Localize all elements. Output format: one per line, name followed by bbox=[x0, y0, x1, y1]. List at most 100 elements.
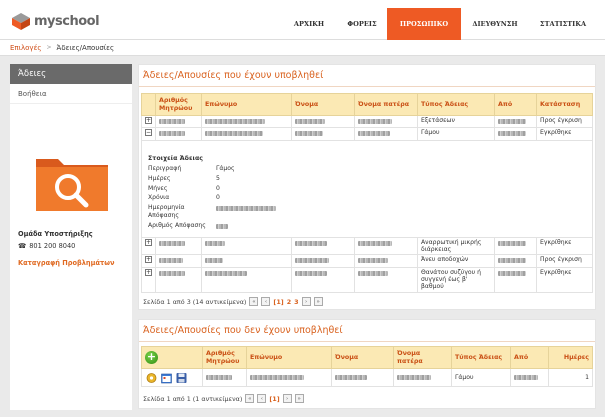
last-page-button[interactable]: » bbox=[294, 394, 304, 403]
unsubmitted-table: + Αριθμός Μητρώου Επώνυμο Όνομα Όνομα πα… bbox=[141, 346, 593, 387]
leave-type-cell: Άνευ αποδοχών bbox=[417, 254, 495, 268]
prev-page-button[interactable]: ‹ bbox=[261, 297, 271, 306]
sidebar: Άδειες Βοήθεια Ομάδα Υποστήριξης ☎ 801 2… bbox=[10, 64, 132, 410]
report-problems-link[interactable]: Καταγραφή Προβλημάτων bbox=[18, 259, 114, 267]
leave-type-cell: Αναρρωτική μικρής διάρκειας bbox=[417, 236, 495, 256]
table-row[interactable]: Γάμου 1 bbox=[141, 368, 593, 387]
nav-home[interactable]: ΑΡΧΙΚΗ bbox=[281, 8, 337, 40]
table-row[interactable]: − Γάμου Εγκρίθηκε bbox=[141, 127, 593, 141]
status-cell: Εγκρίθηκε bbox=[536, 236, 593, 256]
support-phone: ☎ 801 200 8040 bbox=[18, 242, 114, 250]
pager-summary: Σελίδα 1 από 1 (1 αντικείμενα) bbox=[143, 394, 243, 403]
redacted-value bbox=[250, 374, 304, 380]
current-page: [1] bbox=[269, 394, 280, 403]
status-cell: Προς έγκριση bbox=[536, 254, 593, 268]
top-header: myschool ΑΡΧΙΚΗ ΦΟΡΕΙΣ ΠΡΟΣΩΠΙΚΟ ΔΙΕΥΘΥΝ… bbox=[0, 0, 605, 40]
last-page-button[interactable]: » bbox=[313, 297, 323, 306]
nav-directorate[interactable]: ΔΙΕΥΘΥΝΣΗ bbox=[461, 8, 529, 40]
table-header-row: Αριθμός Μητρώου Επώνυμο Όνομα Όνομα πατέ… bbox=[141, 93, 593, 116]
pager-summary: Σελίδα 1 από 3 (14 αντικείμενα) bbox=[143, 297, 247, 306]
leave-type-cell: Εξετάσεων bbox=[417, 114, 495, 129]
redacted-value bbox=[205, 240, 225, 246]
redacted-value bbox=[498, 270, 526, 276]
redacted-value bbox=[159, 119, 185, 124]
table-row[interactable]: + Θανάτου συζύγου ή συγγενή έως β' βαθμο… bbox=[141, 266, 593, 293]
table-row[interactable]: + Εξετάσεων Προς έγκριση bbox=[141, 114, 593, 129]
page-2-link[interactable]: 2 bbox=[287, 298, 291, 306]
col-surname[interactable]: Επώνυμο bbox=[246, 346, 332, 369]
sidebar-item-help[interactable]: Βοήθεια bbox=[10, 84, 132, 104]
sidebar-title: Άδειες bbox=[10, 64, 132, 84]
nav-foreis[interactable]: ΦΟΡΕΙΣ bbox=[337, 8, 387, 40]
submitted-table: Αριθμός Μητρώου Επώνυμο Όνομα Όνομα πατέ… bbox=[141, 93, 593, 293]
redacted-value bbox=[295, 119, 325, 124]
col-from[interactable]: Από bbox=[510, 346, 549, 369]
redacted-value bbox=[358, 258, 388, 264]
detail-description: Περιγραφή Γάμος bbox=[148, 164, 235, 172]
col-status[interactable]: Κατάσταση bbox=[536, 93, 593, 116]
redacted-value bbox=[498, 258, 526, 264]
nav-personnel[interactable]: ΠΡΟΣΩΠΙΚΟ bbox=[387, 8, 461, 40]
next-page-button[interactable]: › bbox=[282, 394, 292, 403]
redacted-value bbox=[159, 270, 185, 276]
col-from[interactable]: Από bbox=[494, 93, 537, 116]
col-name[interactable]: Όνομα bbox=[331, 346, 394, 369]
table-row[interactable]: + Άνευ αποδοχών Προς έγκριση bbox=[141, 254, 593, 268]
redacted-value bbox=[205, 258, 223, 264]
add-leave-button[interactable]: + bbox=[145, 350, 158, 364]
redacted-value bbox=[397, 374, 431, 380]
table-row[interactable]: + Αναρρωτική μικρής διάρκειας Εγκρίθηκε bbox=[141, 236, 593, 256]
col-days[interactable]: Ημέρες bbox=[548, 346, 593, 369]
support-phone-number: 801 200 8040 bbox=[29, 242, 76, 250]
expand-row-button[interactable]: + bbox=[145, 268, 152, 276]
redacted-value bbox=[159, 240, 185, 246]
submitted-panel-title: Άδειες/Απουσίες που έχουν υποβληθεί bbox=[139, 65, 595, 87]
redacted-value bbox=[295, 258, 329, 264]
phone-icon: ☎ bbox=[18, 242, 27, 250]
redacted-value bbox=[295, 240, 327, 246]
expand-row-button[interactable]: + bbox=[145, 117, 152, 124]
col-surname[interactable]: Επώνυμο bbox=[201, 93, 292, 116]
logo-text: myschool bbox=[34, 14, 100, 29]
expand-row-button[interactable]: + bbox=[145, 238, 152, 246]
col-name[interactable]: Όνομα bbox=[291, 93, 355, 116]
support-box: Ομάδα Υποστήριξης ☎ 801 200 8040 Καταγρα… bbox=[18, 230, 114, 267]
unsubmitted-pager: Σελίδα 1 από 1 (1 αντικείμενα) « ‹ [1] ›… bbox=[143, 394, 304, 403]
redacted-value bbox=[159, 131, 185, 137]
redacted-value bbox=[205, 270, 247, 276]
expand-row-button[interactable]: + bbox=[145, 256, 152, 264]
first-page-button[interactable]: « bbox=[245, 394, 255, 403]
unsubmitted-panel-title: Άδειες/Απουσίες που δεν έχουν υποβληθεί bbox=[139, 320, 595, 342]
edit-calendar-icon[interactable] bbox=[160, 372, 173, 384]
col-registry-number[interactable]: Αριθμός Μητρώου bbox=[202, 346, 247, 369]
col-father-name[interactable]: Όνομα πατέρα bbox=[354, 93, 418, 116]
collapse-row-button[interactable]: − bbox=[145, 129, 152, 137]
current-page: [1] bbox=[273, 297, 284, 306]
page-3-link[interactable]: 3 bbox=[294, 298, 298, 306]
breadcrumb-options-link[interactable]: Επιλογές bbox=[10, 44, 41, 52]
unsubmitted-panel: Άδειες/Απουσίες που δεν έχουν υποβληθεί … bbox=[138, 319, 596, 409]
leave-type-cell: Γάμου bbox=[451, 368, 511, 387]
submitted-pager: Σελίδα 1 από 3 (14 αντικείμενα) « ‹ [1] … bbox=[143, 297, 323, 306]
prev-page-button[interactable]: ‹ bbox=[257, 394, 267, 403]
breadcrumb-current: Άδειες/Απουσίες bbox=[56, 43, 115, 52]
col-father-name[interactable]: Όνομα πατέρα bbox=[393, 346, 452, 369]
redacted-value bbox=[295, 270, 327, 276]
gear-icon[interactable] bbox=[145, 372, 158, 384]
col-actions: + bbox=[141, 346, 203, 369]
col-registry-number[interactable]: Αριθμός Μητρώου bbox=[155, 93, 202, 116]
leave-type-cell: Θανάτου συζύγου ή συγγενή έως β' βαθμού bbox=[417, 266, 495, 293]
col-leave-type[interactable]: Τύπος Άδειας bbox=[451, 346, 511, 369]
col-leave-type[interactable]: Τύπος Άδειας bbox=[417, 93, 495, 116]
myschool-logo[interactable]: myschool bbox=[10, 10, 100, 32]
leave-type-cell: Γάμου bbox=[417, 127, 495, 141]
first-page-button[interactable]: « bbox=[249, 297, 259, 306]
save-icon[interactable] bbox=[175, 372, 188, 384]
row-actions bbox=[145, 372, 199, 384]
nav-statistics[interactable]: ΣΤΑΤΙΣΤΙΚΑ bbox=[529, 8, 597, 40]
breadcrumb-separator: > bbox=[46, 44, 52, 51]
leave-details-panel: Στοιχεία Άδειας Περιγραφή Γάμος Ημέρες 5… bbox=[141, 139, 593, 238]
redacted-value bbox=[498, 131, 526, 137]
redacted-value bbox=[159, 258, 183, 264]
next-page-button[interactable]: › bbox=[301, 297, 311, 306]
